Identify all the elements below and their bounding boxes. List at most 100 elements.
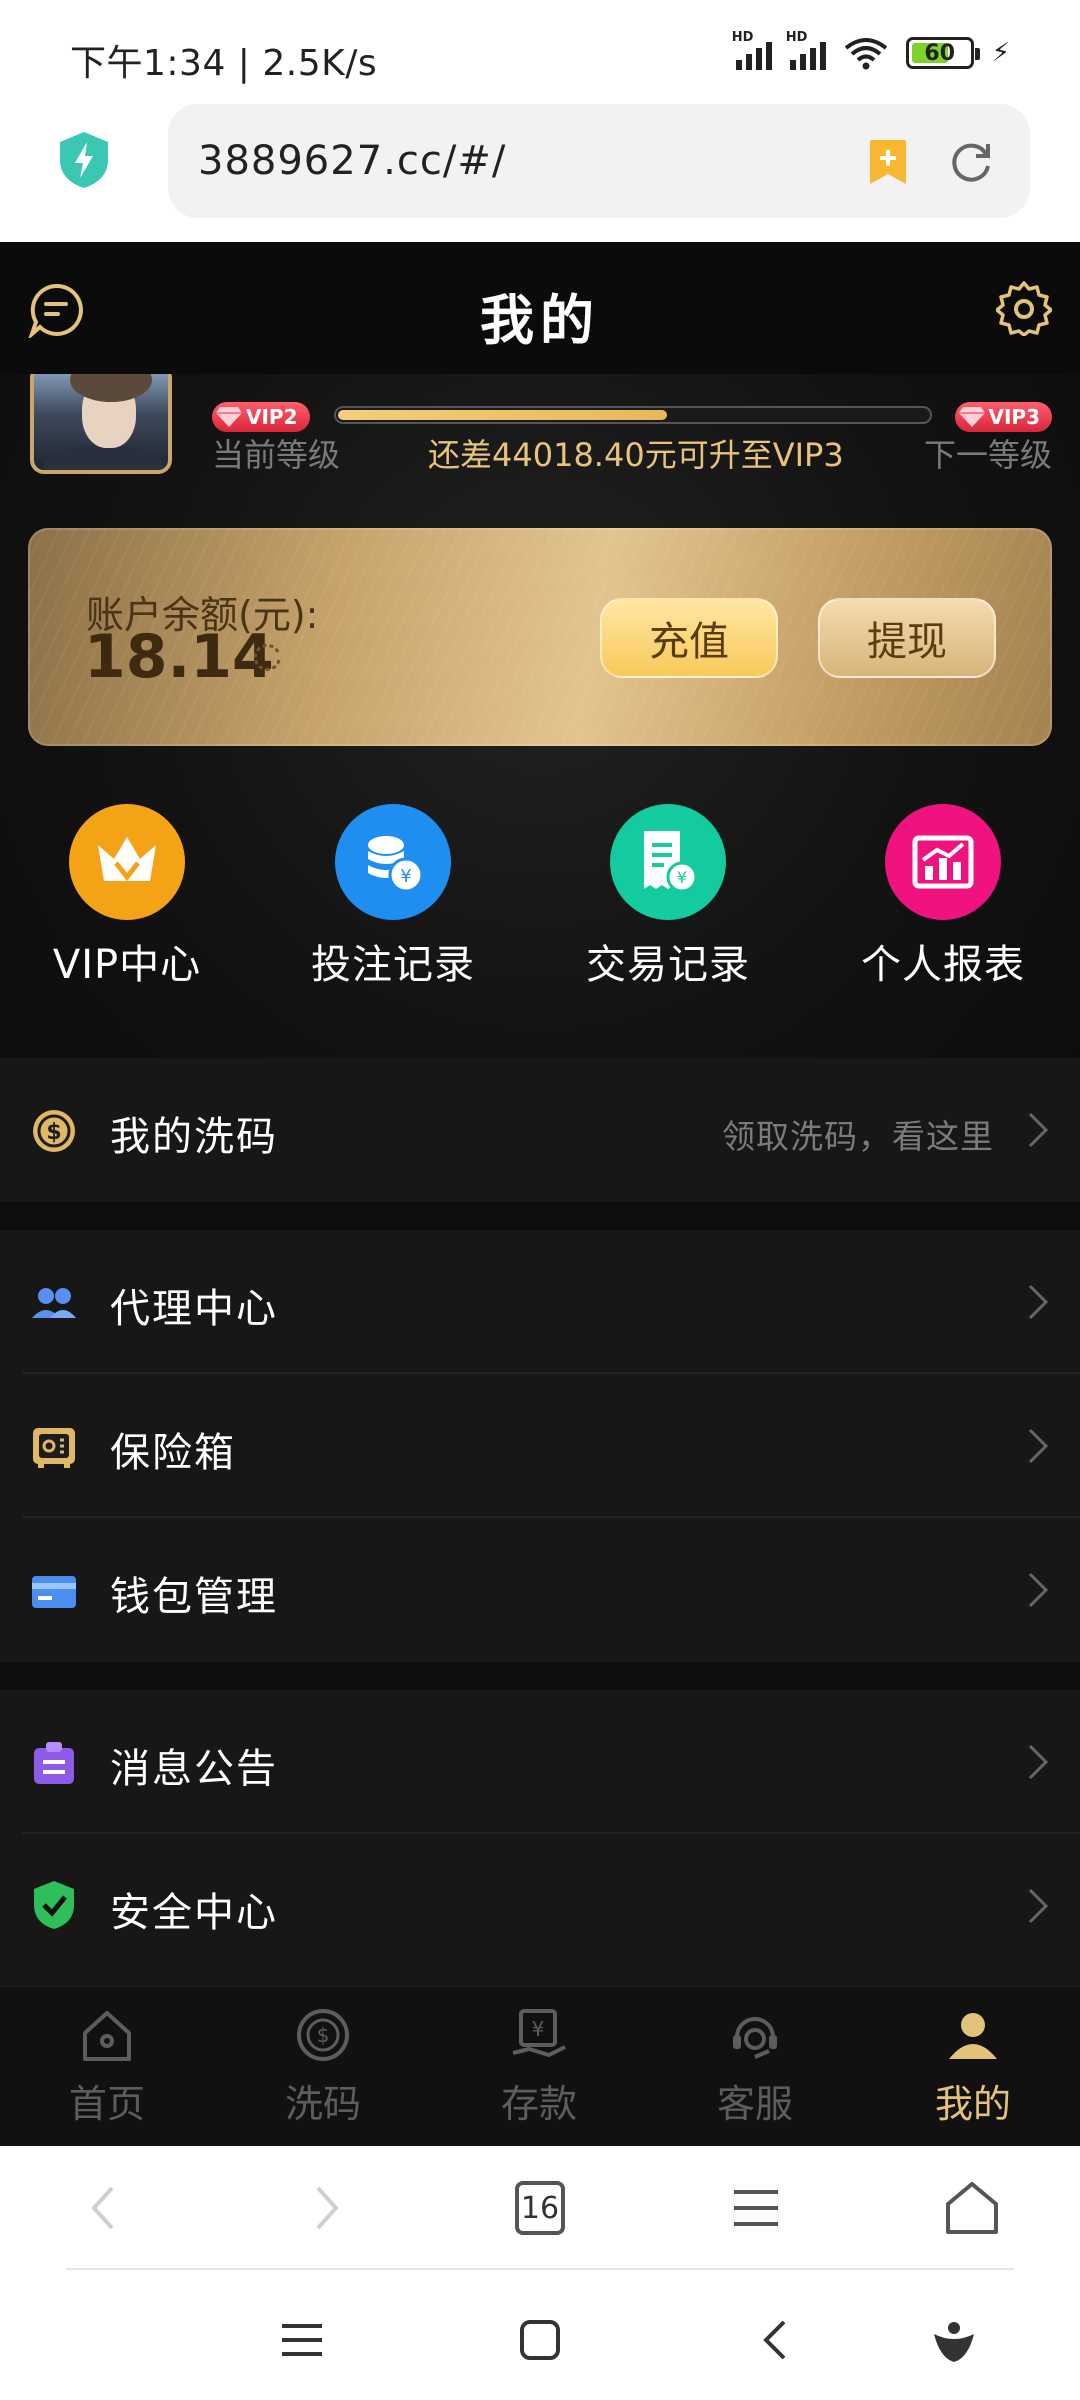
withdraw-button[interactable]: 提现	[818, 598, 996, 678]
crown-icon	[69, 804, 185, 920]
status-time-speed: 下午1:34 | 2.5K/s	[70, 43, 378, 84]
deposit-icon: ¥	[512, 2009, 566, 2058]
quick-personal-report-label: 个人报表	[861, 942, 1025, 988]
status-bar: 下午1:34 | 2.5K/s HD HD 60 ⚡	[0, 0, 1080, 96]
profile-section: VIP2 VIP3 当前等级 还差44018.40元可升至VIP3 下一等级 账…	[0, 374, 1080, 1064]
status-icons: HD HD 60 ⚡	[732, 30, 1010, 70]
nav-customer-service[interactable]: 客服	[680, 2005, 830, 2128]
gem-icon	[958, 407, 985, 427]
nav-deposit[interactable]: ¥ 存款	[464, 2005, 614, 2128]
system-back-icon[interactable]	[752, 2314, 804, 2366]
recharge-button[interactable]: 充值	[600, 598, 778, 678]
menu-icon[interactable]	[724, 2176, 788, 2240]
menu-agent-center[interactable]: 代理中心	[0, 1230, 1080, 1374]
nav-home[interactable]: 首页	[32, 2005, 182, 2128]
chevron-right-icon	[1028, 1744, 1049, 1780]
forward-arrow-icon[interactable]	[292, 2176, 356, 2240]
shield-check-icon	[34, 1881, 74, 1929]
browser-toolbar: 16	[0, 2146, 1080, 2270]
menu-security-center[interactable]: 安全中心	[0, 1834, 1080, 1978]
account-section: 代理中心 保险箱 钱包管理	[0, 1230, 1080, 1662]
nav-customer-service-label: 客服	[716, 2082, 793, 2126]
rebate-section: $ 我的洗码 领取洗码，看这里	[0, 1058, 1080, 1202]
menu-my-rebate-label: 我的洗码	[110, 1114, 278, 1160]
dollar-coin-icon: $	[33, 1110, 75, 1152]
chevron-right-icon	[1028, 1284, 1049, 1320]
tab-count: 16	[515, 2181, 565, 2235]
coins-icon: ¥	[335, 804, 451, 920]
menu-safe-box-label: 保险箱	[110, 1430, 236, 1476]
menu-wallet-management-label: 钱包管理	[110, 1574, 278, 1620]
menu-wallet-management[interactable]: 钱包管理	[0, 1518, 1080, 1662]
wifi-icon	[844, 38, 887, 70]
balance-card: 账户余额(元): 18.14 充值 提现	[28, 528, 1052, 746]
chevron-right-icon	[1028, 1572, 1049, 1608]
menu-my-rebate[interactable]: $ 我的洗码 领取洗码，看这里	[0, 1058, 1080, 1202]
vip-progress-fill	[338, 410, 667, 420]
gear-icon[interactable]	[996, 280, 1052, 336]
svg-text:¥: ¥	[677, 868, 687, 887]
recent-apps-icon[interactable]	[276, 2314, 328, 2366]
menu-safe-box[interactable]: 保险箱	[0, 1374, 1080, 1518]
security-shield-icon[interactable]	[56, 130, 112, 190]
rebate-icon: $	[297, 2009, 349, 2061]
quick-vip-center[interactable]: VIP中心	[12, 804, 242, 990]
quick-transaction-records[interactable]: ¥ 交易记录	[553, 804, 783, 990]
browser-url-bar: 3889627.cc/#/	[0, 96, 1080, 242]
nav-rebate-label: 洗码	[284, 2082, 361, 2126]
quick-personal-report[interactable]: 个人报表	[828, 804, 1058, 990]
nav-mine-label: 我的	[934, 2082, 1011, 2126]
back-arrow-icon[interactable]	[74, 2176, 138, 2240]
reload-icon[interactable]	[948, 138, 994, 184]
menu-my-rebate-hint: 领取洗码，看这里	[722, 1117, 994, 1156]
vip-progress-bar	[334, 406, 932, 424]
current-level-label: 当前等级	[212, 436, 341, 474]
quick-bet-records[interactable]: ¥ 投注记录	[278, 804, 508, 990]
svg-text:$: $	[46, 1120, 61, 1145]
menu-announcements[interactable]: 消息公告	[0, 1690, 1080, 1834]
tabs-button[interactable]: 16	[508, 2176, 572, 2240]
charging-icon: ⚡	[991, 38, 1010, 68]
support-icon	[733, 2017, 777, 2059]
safe-icon	[33, 1428, 75, 1468]
battery-icon: 60	[905, 37, 980, 69]
vip-progress-note: 还差44018.40元可升至VIP3	[428, 436, 844, 474]
info-section: 消息公告 安全中心	[0, 1690, 1080, 1986]
app-header: 我的	[0, 242, 1080, 374]
svg-text:¥: ¥	[400, 866, 411, 887]
menu-security-center-label: 安全中心	[110, 1890, 278, 1936]
signal-icon: HD	[732, 30, 772, 70]
next-level-label: 下一等级	[923, 436, 1052, 474]
chart-icon	[885, 804, 1001, 920]
system-nav-bar	[0, 2270, 1080, 2400]
nav-rebate[interactable]: $ 洗码	[248, 2005, 398, 2128]
app-bottom-nav: 首页 $ 洗码 ¥ 存款 客服 我的	[0, 1986, 1080, 2146]
chevron-right-icon	[1028, 1112, 1049, 1148]
vip-next-badge: VIP3	[954, 402, 1052, 432]
quick-vip-center-label: VIP中心	[52, 942, 202, 988]
system-home-icon[interactable]	[514, 2314, 566, 2366]
avatar[interactable]	[30, 374, 172, 474]
quick-transaction-records-label: 交易记录	[586, 942, 750, 988]
clipboard-icon	[34, 1742, 74, 1784]
user-icon	[949, 2013, 997, 2059]
menu-agent-center-label: 代理中心	[110, 1286, 278, 1332]
vip-current-badge: VIP2	[212, 402, 310, 432]
chevron-right-icon	[1028, 1888, 1049, 1924]
svg-text:¥: ¥	[532, 2017, 545, 2041]
nav-home-label: 首页	[68, 2082, 145, 2126]
users-icon	[32, 1288, 76, 1318]
browser-home-icon[interactable]	[940, 2176, 1004, 2240]
svg-text:$: $	[317, 2023, 330, 2047]
bookmark-add-icon[interactable]	[868, 138, 908, 186]
home-icon	[83, 2011, 131, 2061]
refresh-balance-icon[interactable]	[250, 640, 284, 674]
menu-announcements-label: 消息公告	[110, 1746, 278, 1792]
url-field[interactable]: 3889627.cc/#/	[168, 104, 1030, 218]
assistant-icon[interactable]	[928, 2314, 980, 2366]
card-icon	[32, 1576, 76, 1608]
quick-bet-records-label: 投注记录	[311, 942, 475, 988]
nav-mine[interactable]: 我的	[898, 2005, 1048, 2128]
receipt-icon: ¥	[610, 804, 726, 920]
url-text[interactable]: 3889627.cc/#/	[198, 138, 506, 184]
